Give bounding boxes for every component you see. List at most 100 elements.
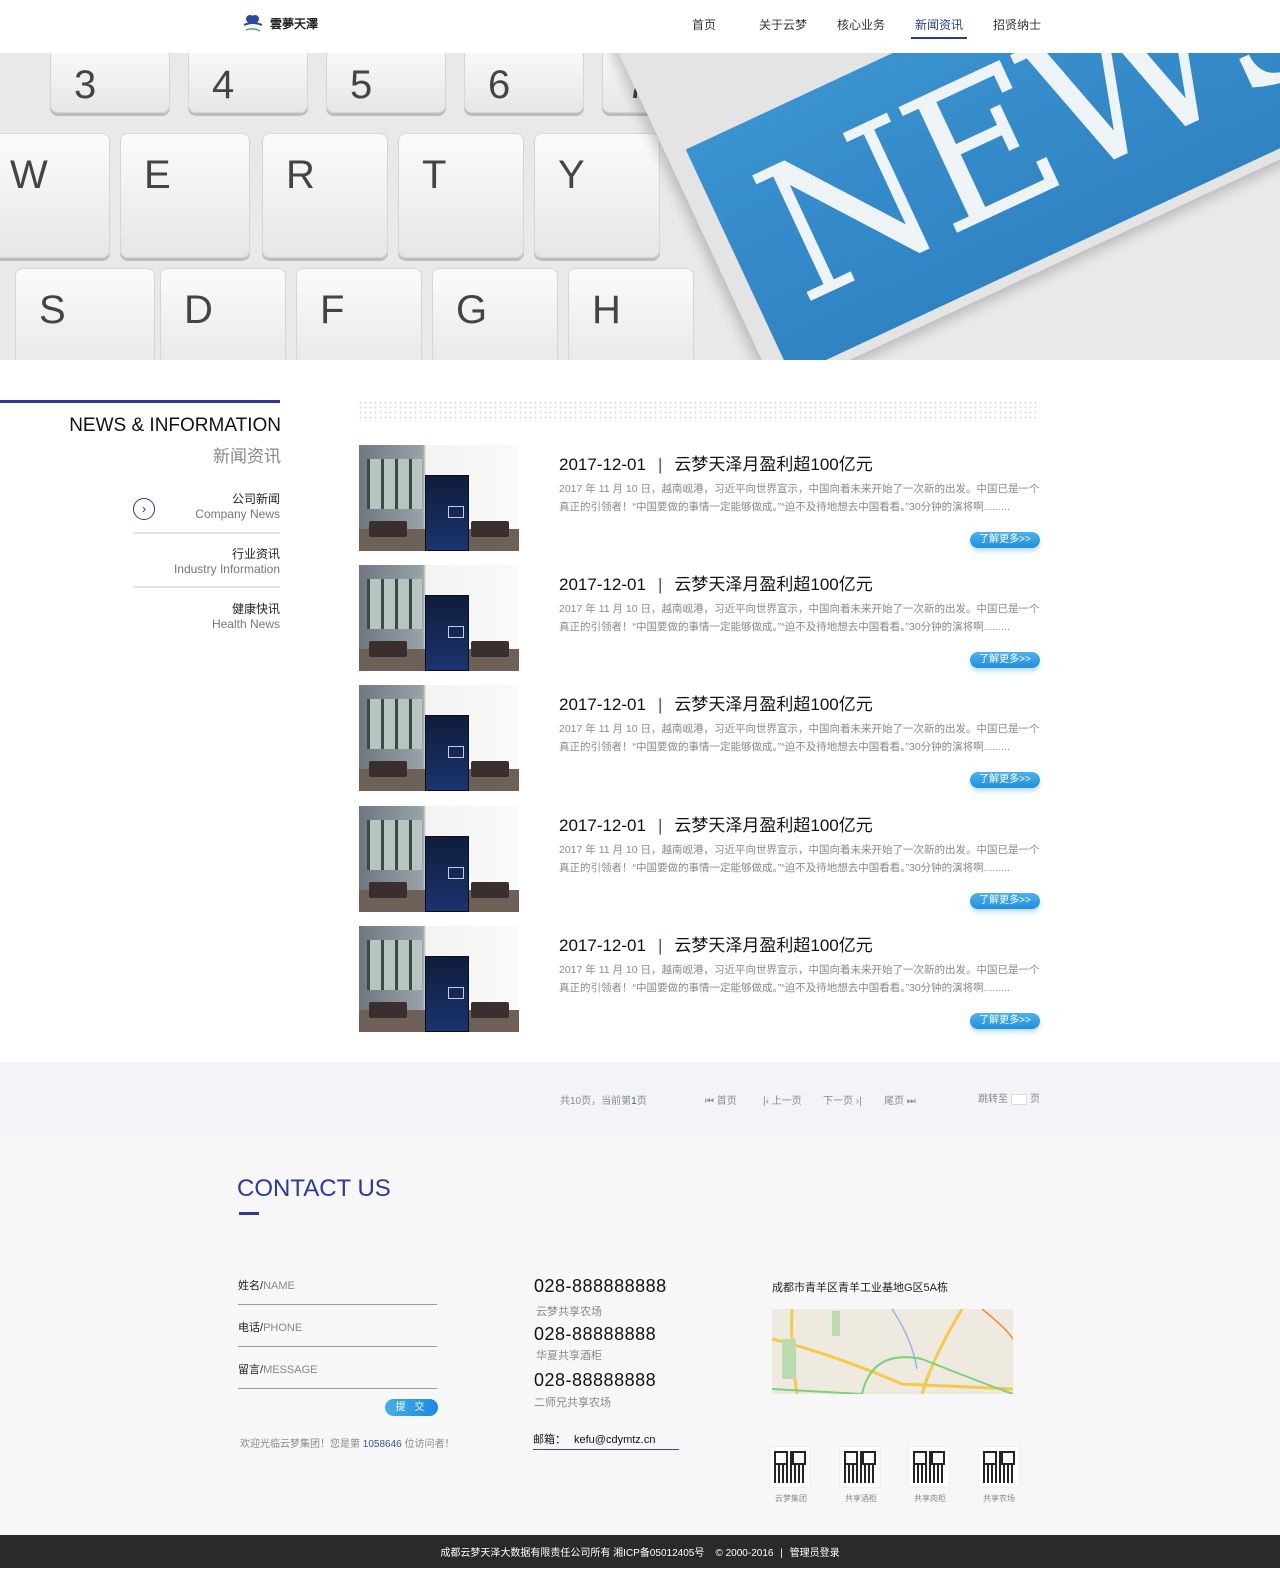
- news-item: 2017-12-01 | 云梦天泽月盈利超100亿元 2017 年 11 月 10 …: [358, 565, 1040, 673]
- nav-home[interactable]: 首页: [692, 16, 716, 33]
- news-excerpt: 2017 年 11 月 10 日，越南岘港，习近平向世界宣示，中国向着未来开始了…: [559, 723, 1040, 753]
- page-jump-input[interactable]: [1011, 1093, 1027, 1105]
- keyboard-key: S: [15, 268, 155, 360]
- news-headline: 云梦天泽月盈利超100亿元: [674, 455, 873, 474]
- read-more-button[interactable]: 了解更多>>: [970, 532, 1040, 548]
- read-more-button[interactable]: 了解更多>>: [970, 893, 1040, 909]
- keyboard-key: F: [296, 268, 422, 360]
- first-page-icon: ⏮: [705, 1096, 717, 1107]
- news-thumbnail[interactable]: [359, 565, 519, 671]
- news-date: 2017-12-01: [559, 816, 646, 835]
- news-title[interactable]: 2017-12-01 | 云梦天泽月盈利超100亿元: [559, 450, 873, 475]
- title-underline: [239, 1212, 259, 1215]
- phone-label: 华夏共享酒柜: [536, 1350, 602, 1362]
- keyboard-key: R: [262, 133, 388, 258]
- name-field[interactable]: 姓名/NAME: [238, 1277, 437, 1305]
- news-title[interactable]: 2017-12-01 | 云梦天泽月盈利超100亿元: [559, 811, 873, 836]
- sidebar-item-en: Company News: [195, 507, 280, 521]
- news-thumbnail[interactable]: [359, 445, 519, 551]
- first-page-button[interactable]: ⏮ 首页: [705, 1092, 737, 1107]
- qr-code-icon: [839, 1446, 881, 1488]
- news-headline: 云梦天泽月盈利超100亿元: [674, 575, 873, 594]
- submit-button[interactable]: 提 交: [385, 1399, 438, 1416]
- hero-banner: 3 4 5 6 7 8 W E R T Y S D F G H NEWS: [0, 53, 1280, 360]
- dotted-divider: [358, 400, 1040, 422]
- prev-page-icon: |‹: [763, 1096, 772, 1107]
- sidebar-item-company-news[interactable]: 公司新闻 Company News: [133, 490, 280, 534]
- sidebar-subtitle: 新闻资讯: [213, 447, 281, 466]
- title-separator: |: [657, 455, 663, 474]
- qr-label: 共享肉柜: [914, 1494, 946, 1503]
- news-date: 2017-12-01: [559, 455, 646, 474]
- keyboard-key: T: [398, 133, 524, 258]
- qr-label: 共享农场: [983, 1494, 1015, 1503]
- qr-code-icon: [978, 1446, 1020, 1488]
- phone-number: 028-88888888: [534, 1370, 657, 1390]
- last-page-icon: ⏭: [904, 1096, 916, 1107]
- page-summary: 共10页，当前第1页: [560, 1096, 647, 1107]
- nav-news[interactable]: 新闻资讯: [910, 16, 968, 39]
- nav-careers[interactable]: 招贤纳士: [993, 16, 1041, 33]
- news-item: 2017-12-01 | 云梦天泽月盈利超100亿元 2017 年 11 月 10 …: [358, 685, 1040, 793]
- sidebar-item-health-news[interactable]: 健康快讯 Health News: [133, 600, 280, 655]
- news-thumbnail[interactable]: [359, 926, 519, 1032]
- pagination: 共10页，当前第1页 ⏮ 首页 |‹ 上一页 下一页 ›| 尾页 ⏭ 跳转至页: [0, 1062, 1280, 1135]
- news-headline: NEWS: [685, 53, 1280, 360]
- email[interactable]: 邮箱： kefu@cdymtz.cn: [533, 1431, 679, 1450]
- phone-label: 二师兄共享农场: [534, 1397, 611, 1409]
- news-date: 2017-12-01: [559, 575, 646, 594]
- title-separator: |: [657, 695, 663, 714]
- logo-text: 雲夢天澤: [270, 16, 319, 31]
- title-separator: |: [657, 816, 663, 835]
- news-date: 2017-12-01: [559, 936, 646, 955]
- footer-copyright-company: 成都云梦天泽大数据有限责任公司所有 湘ICP备05012405号: [440, 1548, 705, 1559]
- logo[interactable]: 雲夢天澤: [242, 13, 318, 33]
- news-title[interactable]: 2017-12-01 | 云梦天泽月盈利超100亿元: [559, 570, 873, 595]
- keyboard-key: 6: [464, 53, 584, 113]
- read-more-button[interactable]: 了解更多>>: [970, 772, 1040, 788]
- keyboard-key: G: [432, 268, 558, 360]
- sidebar-accent-line: [0, 400, 280, 403]
- phone-label: 云梦共享农场: [536, 1306, 602, 1318]
- page-jump: 跳转至页: [978, 1093, 1040, 1105]
- header: 雲夢天澤 首页 关于云梦 核心业务 新闻资讯 招贤纳士: [0, 0, 1280, 53]
- news-excerpt: 2017 年 11 月 10 日，越南岘港，习近平向世界宣示，中国向着未来开始了…: [559, 603, 1040, 633]
- sidebar-item-cn: 公司新闻: [231, 492, 280, 506]
- last-page-button[interactable]: 尾页 ⏭: [884, 1092, 916, 1107]
- contact-title: CONTACT US: [237, 1175, 391, 1202]
- news-thumbnail[interactable]: [359, 806, 519, 912]
- news-title[interactable]: 2017-12-01 | 云梦天泽月盈利超100亿元: [559, 690, 873, 715]
- phone-number: 028-88888888: [534, 1324, 657, 1344]
- sidebar-item-cn: 行业资讯: [231, 547, 280, 561]
- news-item: 2017-12-01 | 云梦天泽月盈利超100亿元 2017 年 11 月 10 …: [358, 926, 1040, 1034]
- admin-login-link[interactable]: 管理员登录: [790, 1548, 840, 1559]
- contact-section: CONTACT US 姓名/NAME 电话/PHONE 留言/MESSAGE 提…: [0, 1135, 1280, 1535]
- news-excerpt: 2017 年 11 月 10 日，越南岘港，习近平向世界宣示，中国向着未来开始了…: [559, 483, 1040, 513]
- read-more-button[interactable]: 了解更多>>: [970, 1013, 1040, 1029]
- keyboard-key: Y: [534, 133, 660, 258]
- news-thumbnail[interactable]: [359, 685, 519, 791]
- keyboard-key: W: [0, 133, 110, 258]
- location-map[interactable]: [772, 1309, 1013, 1394]
- prev-page-button[interactable]: |‹ 上一页: [763, 1092, 802, 1107]
- message-field[interactable]: 留言/MESSAGE: [238, 1361, 437, 1389]
- address: 成都市青羊区青羊工业基地G区5A栋: [772, 1282, 949, 1294]
- phone-number: 028-888888888: [534, 1276, 667, 1296]
- phone-field[interactable]: 电话/PHONE: [238, 1319, 437, 1347]
- title-separator: |: [657, 936, 663, 955]
- footer-separator: |: [780, 1548, 783, 1559]
- nav-about[interactable]: 关于云梦: [759, 16, 807, 33]
- keyboard-key: 4: [188, 53, 308, 113]
- keyboard-key: 5: [326, 53, 446, 113]
- qr-code-icon: [908, 1446, 950, 1488]
- next-page-button[interactable]: 下一页 ›|: [823, 1092, 862, 1107]
- map-image: [772, 1309, 1013, 1394]
- news-item: 2017-12-01 | 云梦天泽月盈利超100亿元 2017 年 11 月 10 …: [358, 445, 1040, 553]
- read-more-button[interactable]: 了解更多>>: [970, 652, 1040, 668]
- sidebar-item-industry-info[interactable]: 行业资讯 Industry Information: [133, 545, 280, 588]
- keyboard-key: D: [160, 268, 286, 360]
- visitor-counter: 欢迎光临云梦集团！您是第 1058646 位访问者！: [240, 1439, 455, 1450]
- qr-code-icon: [769, 1446, 811, 1488]
- nav-business[interactable]: 核心业务: [837, 16, 885, 33]
- news-title[interactable]: 2017-12-01 | 云梦天泽月盈利超100亿元: [559, 931, 873, 956]
